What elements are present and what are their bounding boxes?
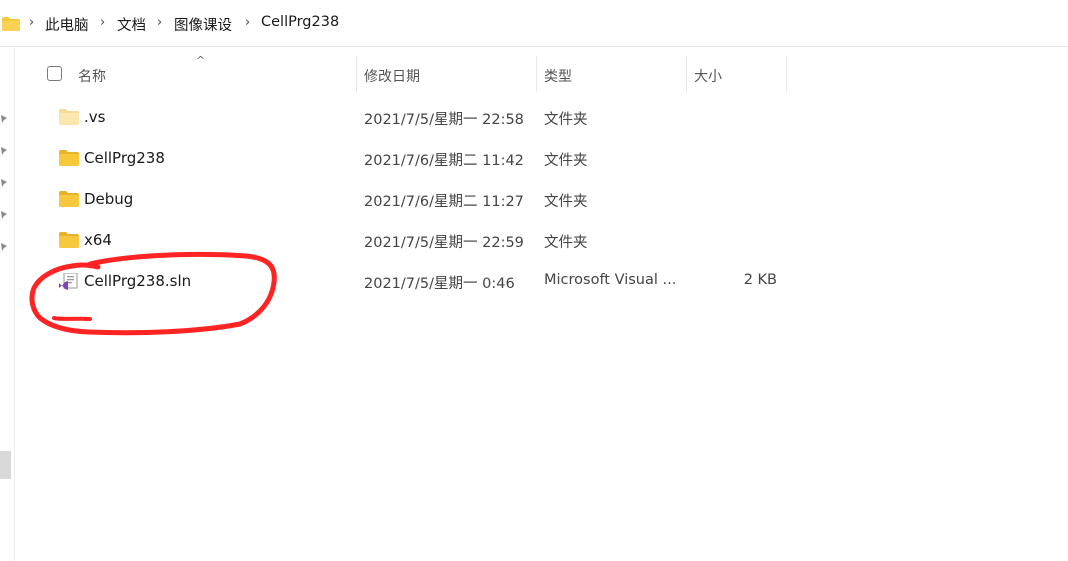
file-row[interactable]: CellPrg238.sln 2021/7/5/星期一 0:46 Microso… <box>16 262 1068 300</box>
file-name: x64 <box>84 231 112 249</box>
pin-icon[interactable] <box>0 146 8 156</box>
breadcrumb-current-folder[interactable]: CellPrg238 <box>261 14 339 30</box>
file-type: Microsoft Visual ... <box>544 272 677 288</box>
file-type: 文件夹 <box>544 112 588 128</box>
file-row[interactable]: Debug 2021/7/6/星期二 11:27 文件夹 <box>16 180 1068 218</box>
pin-icon[interactable] <box>0 242 8 252</box>
folder-icon <box>59 232 79 248</box>
breadcrumb-image-course[interactable]: 图像课设 <box>174 14 232 35</box>
pin-icon[interactable] <box>0 114 8 124</box>
column-divider[interactable] <box>536 56 537 92</box>
file-type: 文件夹 <box>544 235 588 251</box>
file-date: 2021/7/5/星期一 22:59 <box>364 235 524 251</box>
address-bar[interactable]: › 此电脑 › 文档 › 图像课设 › CellPrg238 <box>0 0 1068 47</box>
file-name: CellPrg238 <box>84 149 165 167</box>
folder-icon <box>59 191 79 207</box>
column-divider[interactable] <box>786 56 787 92</box>
chevron-right-icon[interactable]: › <box>157 15 162 30</box>
chevron-right-icon: › <box>29 15 35 30</box>
file-name: .vs <box>84 108 106 126</box>
pin-icon[interactable] <box>0 178 8 188</box>
file-row[interactable]: CellPrg238 2021/7/6/星期二 11:42 文件夹 <box>16 139 1068 177</box>
pin-icon[interactable] <box>0 210 8 220</box>
file-type: 文件夹 <box>544 194 588 210</box>
folder-icon <box>59 109 79 125</box>
scrollbar-thumb[interactable] <box>0 451 11 479</box>
column-header-name[interactable]: 名称 <box>78 66 106 86</box>
navigation-pane-edge <box>0 48 15 561</box>
select-all-checkbox[interactable] <box>47 66 62 81</box>
file-row[interactable]: x64 2021/7/5/星期一 22:59 文件夹 <box>16 221 1068 259</box>
folder-icon <box>59 150 79 166</box>
file-size: 2 KB <box>743 272 777 288</box>
column-divider[interactable] <box>356 56 357 92</box>
file-date: 2021/7/6/星期二 11:27 <box>364 194 524 210</box>
column-header: 名称 ^ 修改日期 类型 大小 <box>16 48 1068 95</box>
breadcrumb-this-pc[interactable]: 此电脑 <box>45 14 89 35</box>
column-header-date[interactable]: 修改日期 <box>364 66 420 86</box>
column-header-size[interactable]: 大小 <box>694 66 722 86</box>
chevron-right-icon[interactable]: › <box>100 15 105 30</box>
file-date: 2021/7/5/星期一 22:58 <box>364 112 524 128</box>
column-header-type[interactable]: 类型 <box>544 66 572 86</box>
folder-icon <box>2 17 20 35</box>
file-name: Debug <box>84 190 134 208</box>
file-name: CellPrg238.sln <box>84 272 192 290</box>
sort-ascending-icon: ^ <box>196 54 206 67</box>
file-type: 文件夹 <box>544 153 588 169</box>
breadcrumb-documents[interactable]: 文档 <box>117 14 146 35</box>
visual-studio-solution-icon <box>59 272 79 290</box>
file-row[interactable]: .vs 2021/7/5/星期一 22:58 文件夹 <box>16 98 1068 136</box>
file-date: 2021/7/5/星期一 0:46 <box>364 276 515 292</box>
column-divider[interactable] <box>686 56 687 92</box>
chevron-right-icon[interactable]: › <box>245 15 250 30</box>
file-date: 2021/7/6/星期二 11:42 <box>364 153 524 169</box>
